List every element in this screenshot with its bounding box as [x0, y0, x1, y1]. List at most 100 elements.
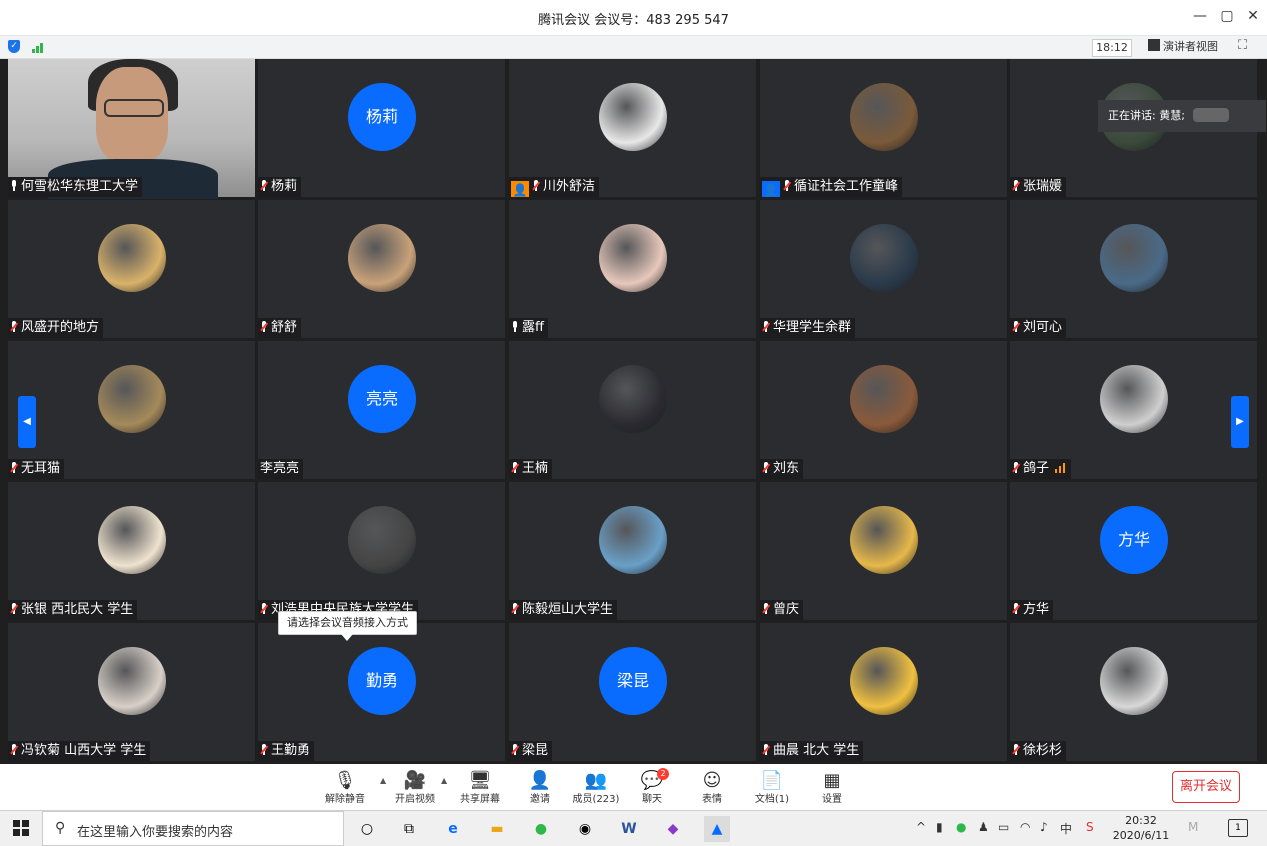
- tray-ime[interactable]: 中: [1060, 820, 1072, 837]
- participant-name-bar: 梁昆: [509, 741, 553, 761]
- participant-name-bar: 曲晨 北大 学生: [760, 741, 864, 761]
- tray-mic-icon[interactable]: ▮: [936, 820, 943, 834]
- participant-tile[interactable]: 刘浩男中央民族大学学生: [258, 482, 505, 620]
- tray-wechat-icon[interactable]: ●: [956, 820, 966, 834]
- participant-tile[interactable]: 👤 循证社会工作童峰: [760, 59, 1007, 197]
- mic-muted-icon: [260, 744, 268, 755]
- taskbar-clock[interactable]: 20:32 2020/6/11: [1112, 813, 1170, 843]
- participant-tile[interactable]: 亮亮 李亮亮: [258, 341, 505, 479]
- speaking-label: 正在讲话: 黄慧;: [1108, 109, 1185, 122]
- participant-tile[interactable]: 曲晨 北大 学生: [760, 623, 1007, 761]
- file-explorer-icon[interactable]: ▬: [484, 816, 510, 842]
- meeting-toolbar: 🎙 解除静音 ▲ 🎥 开启视频 ▲ 🖥 共享屏幕 👤 邀请 👥 成员(223) …: [0, 764, 1267, 810]
- avatar: 亮亮: [348, 365, 416, 433]
- participant-tile[interactable]: 方华 方华: [1010, 482, 1257, 620]
- participant-name: 曲晨 北大 学生: [773, 743, 860, 758]
- participant-tile[interactable]: 舒舒: [258, 200, 505, 338]
- tray-qq-icon[interactable]: ♟: [978, 820, 989, 834]
- avatar: [98, 647, 166, 715]
- video-off-icon: 🎥: [403, 770, 427, 791]
- participant-tile[interactable]: 风盛开的地方: [8, 200, 255, 338]
- photo-app-icon[interactable]: ◉: [572, 816, 598, 842]
- speaker-view-button[interactable]: 演讲者视图: [1148, 39, 1218, 55]
- avatar: [850, 365, 918, 433]
- wechat-icon[interactable]: ●: [528, 816, 554, 842]
- taskbar-search[interactable]: ⚲ 在这里输入你要搜索的内容: [42, 811, 344, 846]
- paint-app-icon[interactable]: ◆: [660, 816, 686, 842]
- unmute-button[interactable]: 🎙 解除静音: [310, 770, 380, 806]
- participant-tile[interactable]: 👤 川外舒洁: [509, 59, 756, 197]
- participant-name: 王楠: [522, 461, 549, 476]
- participant-tile[interactable]: 王楠: [509, 341, 756, 479]
- mic-muted-icon: [10, 462, 18, 473]
- participant-tile[interactable]: 何雪松华东理工大学: [8, 59, 255, 199]
- word-icon[interactable]: W: [616, 816, 642, 842]
- start-video-button[interactable]: 🎥 开启视频: [380, 770, 450, 806]
- participant-name-bar: 风盛开的地方: [8, 318, 104, 338]
- restore-button[interactable]: ▢: [1217, 8, 1237, 24]
- mic-muted-icon: [762, 321, 770, 332]
- avatar: [98, 365, 166, 433]
- participant-name-bar: 无耳猫: [8, 459, 65, 479]
- windows-start-icon[interactable]: [13, 820, 29, 836]
- participant-tile[interactable]: 徐杉杉: [1010, 623, 1257, 761]
- participant-tile[interactable]: 刘东: [760, 341, 1007, 479]
- mic-muted-icon: [762, 603, 770, 614]
- tray-app-icon[interactable]: M: [1188, 820, 1198, 834]
- participant-tile[interactable]: 刘可心: [1010, 200, 1257, 338]
- avatar: [599, 506, 667, 574]
- participant-name: 风盛开的地方: [21, 320, 100, 335]
- participant-tile[interactable]: 杨莉 杨莉: [258, 59, 505, 197]
- tray-expand-icon[interactable]: ^: [916, 820, 926, 834]
- participant-name: 张瑞媛: [1023, 179, 1063, 194]
- participant-tile[interactable]: 无耳猫: [8, 341, 255, 479]
- clock-date: 2020/6/11: [1112, 829, 1170, 842]
- signal-icon[interactable]: [32, 41, 46, 53]
- next-page-button[interactable]: ▶: [1231, 396, 1249, 448]
- mic-muted-icon: [1012, 603, 1020, 614]
- participant-tile[interactable]: 华理学生余群: [760, 200, 1007, 338]
- fullscreen-icon[interactable]: ⛶: [1238, 38, 1247, 53]
- mic-muted-icon: [1012, 462, 1020, 473]
- weak-network-icon: [1055, 463, 1067, 473]
- os-taskbar: ⚲ 在这里输入你要搜索的内容 ○ ⧉ e ▬ ● ◉ W ◆ ▲ ^ ▮ ● ♟…: [0, 810, 1267, 846]
- avatar: [348, 506, 416, 574]
- apps-grid-icon: ▦: [823, 770, 841, 791]
- mic-muted-icon: [10, 321, 18, 332]
- tray-wifi-icon[interactable]: ◠: [1020, 820, 1030, 834]
- mic-muted-icon: [1012, 744, 1020, 755]
- task-view-icon[interactable]: ⧉: [396, 816, 422, 842]
- shield-icon[interactable]: ✓: [8, 40, 20, 53]
- start-video-label: 开启视频: [395, 794, 435, 805]
- participant-tile[interactable]: 冯钦菊 山西大学 学生: [8, 623, 255, 761]
- notification-icon[interactable]: 1: [1228, 819, 1248, 837]
- prev-page-button[interactable]: ◀: [18, 396, 36, 448]
- participant-name: 露ff: [522, 320, 544, 335]
- leave-meeting-button[interactable]: 离开会议: [1172, 771, 1240, 803]
- participant-name: 川外舒洁: [543, 179, 596, 194]
- participant-tile[interactable]: 曾庆: [760, 482, 1007, 620]
- participant-name-bar: 露ff: [509, 318, 548, 338]
- tray-antivirus-icon[interactable]: S: [1086, 820, 1094, 834]
- tencent-meeting-taskbar-icon[interactable]: ▲: [704, 816, 730, 842]
- participant-tile[interactable]: 勤勇 王勤勇: [258, 623, 505, 761]
- avatar: 梁昆: [599, 647, 667, 715]
- edge-browser-icon[interactable]: e: [440, 816, 466, 842]
- tray-volume-icon[interactable]: ♪: [1040, 820, 1048, 834]
- participant-tile[interactable]: 张银 西北民大 学生: [8, 482, 255, 620]
- participant-name-bar: 华理学生余群: [760, 318, 856, 338]
- participant-tile[interactable]: 露ff: [509, 200, 756, 338]
- minimize-button[interactable]: —: [1190, 8, 1210, 24]
- participant-name-bar: 徐杉杉: [1010, 741, 1067, 761]
- participant-tile[interactable]: 梁昆 梁昆: [509, 623, 756, 761]
- close-button[interactable]: ✕: [1243, 8, 1263, 24]
- cortana-icon[interactable]: ○: [354, 816, 380, 842]
- avatar: [599, 365, 667, 433]
- participant-tile[interactable]: 鸽子: [1010, 341, 1257, 479]
- mic-muted-icon: [532, 180, 540, 191]
- tray-device-icon[interactable]: ▭: [998, 820, 1009, 834]
- avatar: [599, 224, 667, 292]
- settings-button[interactable]: ▦ 设置: [797, 770, 867, 806]
- participant-name-bar: 刘东: [760, 459, 804, 479]
- participant-tile[interactable]: 陈毅烜山大学生: [509, 482, 756, 620]
